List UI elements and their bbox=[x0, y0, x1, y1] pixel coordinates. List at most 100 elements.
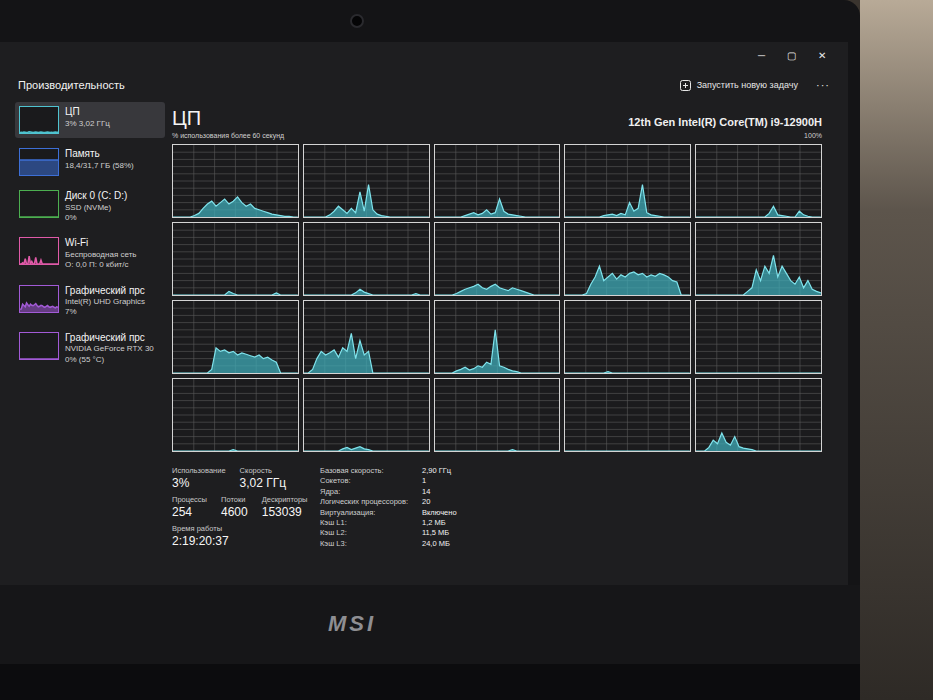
thumbnail-graph bbox=[19, 148, 59, 176]
processor-graph bbox=[172, 300, 299, 374]
sidebar-item-detail: О: 0,0 П: 0 кбит/с bbox=[65, 260, 136, 270]
window-control-button[interactable]: ▢ bbox=[787, 51, 796, 61]
window-control-button[interactable]: ✕ bbox=[818, 51, 826, 61]
header: Производительность Запустить новую задачу… bbox=[0, 70, 848, 100]
stat-row: Время работы2:19:20:37 bbox=[172, 524, 312, 548]
laptop: ─ ▢ ✕ Производительность Запустить новую зад… bbox=[0, 0, 860, 700]
sidebar-item-title: Память bbox=[65, 148, 134, 161]
processor-graph bbox=[695, 144, 822, 218]
stat-label: Процессы bbox=[172, 495, 207, 505]
thumbnail-graph bbox=[19, 332, 59, 360]
detail-label: Ядра: bbox=[320, 487, 420, 496]
graph-caption: % использования более 60 секунд bbox=[172, 132, 284, 142]
stat-row: Использование3% Скорость3,02 ГГц bbox=[172, 466, 312, 490]
detail-label: Базовая скорость: bbox=[320, 466, 420, 475]
processor-graph bbox=[695, 300, 822, 374]
stat-value: 4600 bbox=[221, 505, 248, 519]
sidebar-item-title: Графический прс bbox=[65, 332, 154, 345]
sidebar-item-text: Графический прсIntel(R) UHD Graphics7% bbox=[65, 285, 145, 318]
detail-value: 1,2 МБ bbox=[422, 518, 457, 527]
stat: Время работы2:19:20:37 bbox=[172, 524, 229, 548]
sidebar-item-detail: 18,4/31,7 ГБ (58%) bbox=[65, 161, 134, 171]
dynamic-stats: Использование3%Скорость3,02 ГГцПроцессы2… bbox=[172, 466, 312, 548]
stat: Дескрипторы153039 bbox=[262, 495, 308, 519]
sidebar-item[interactable]: Графический прсIntel(R) UHD Graphics7% bbox=[15, 281, 165, 322]
toolbar: Запустить новую задачу ··· bbox=[676, 77, 830, 94]
run-task-icon bbox=[680, 80, 691, 91]
sidebar: ЦП3% 3,02 ГГц Память18,4/31,7 ГБ (58%) Дис… bbox=[15, 100, 165, 585]
sidebar-item-text: Память18,4/31,7 ГБ (58%) bbox=[65, 148, 134, 171]
sidebar-item[interactable]: ЦП3% 3,02 ГГц bbox=[15, 102, 165, 138]
page-title: Производительность bbox=[18, 79, 125, 91]
sidebar-item-text: ЦП3% 3,02 ГГц bbox=[65, 106, 110, 129]
processor-graph bbox=[172, 378, 299, 452]
sidebar-item-text: Wi-FiБеспроводная сетьО: 0,0 П: 0 кбит/с bbox=[65, 237, 136, 270]
stat-value: 3,02 ГГц bbox=[240, 476, 287, 490]
sidebar-item-detail: Беспроводная сеть bbox=[65, 250, 136, 260]
detail-label: Сокетов: bbox=[320, 476, 420, 485]
detail-value: 24,0 МБ bbox=[422, 539, 457, 548]
sidebar-item-text: Диск 0 (C: D:)SSD (NVMe)0% bbox=[65, 190, 127, 223]
brand-logo: MSI bbox=[328, 613, 376, 635]
processor-graph bbox=[172, 144, 299, 218]
thumbnail-graph bbox=[19, 285, 59, 313]
detail-value: 14 bbox=[422, 487, 457, 496]
camera-icon bbox=[350, 14, 364, 28]
sidebar-item-text: Графический прсNVIDIA GeForce RTX 300% (… bbox=[65, 332, 154, 365]
detail-value: 20 bbox=[422, 497, 457, 506]
stat-value: 3% bbox=[172, 476, 226, 490]
detail-value: 2,90 ГГц bbox=[422, 466, 457, 475]
processor-graph bbox=[434, 222, 561, 296]
sidebar-item-detail: 3% 3,02 ГГц bbox=[65, 119, 110, 129]
stats-area: Использование3%Скорость3,02 ГГцПроцессы2… bbox=[172, 466, 822, 548]
sidebar-item-detail: NVIDIA GeForce RTX 30 bbox=[65, 344, 154, 354]
window-controls: ─ ▢ ✕ bbox=[0, 42, 848, 70]
stat-value: 153039 bbox=[262, 505, 308, 519]
more-button[interactable]: ··· bbox=[816, 79, 830, 91]
stat-label: Использование bbox=[172, 466, 226, 476]
stat: Процессы254 bbox=[172, 495, 207, 519]
window-control-button[interactable]: ─ bbox=[758, 51, 765, 61]
detail-label: Кэш L1: bbox=[320, 518, 420, 527]
bottom-bezel: MSI bbox=[0, 585, 860, 700]
sidebar-item[interactable]: Память18,4/31,7 ГБ (58%) bbox=[15, 144, 165, 180]
processor-graph bbox=[303, 144, 430, 218]
stat: Скорость3,02 ГГц bbox=[240, 466, 287, 490]
stat-row: Процессы254Потоки4600Дескрипторы153039 bbox=[172, 495, 312, 519]
sidebar-item[interactable]: Диск 0 (C: D:)SSD (NVMe)0% bbox=[15, 186, 165, 227]
stat-value: 2:19:20:37 bbox=[172, 534, 229, 548]
processor-graph bbox=[695, 222, 822, 296]
processor-graph bbox=[564, 378, 691, 452]
processor-graph bbox=[434, 300, 561, 374]
processor-graph bbox=[434, 378, 561, 452]
sidebar-item-title: Диск 0 (C: D:) bbox=[65, 190, 127, 203]
thumbnail-graph bbox=[19, 106, 59, 134]
detail-value: Включено bbox=[422, 508, 457, 517]
detail-value: 11,5 МБ bbox=[422, 528, 457, 537]
sidebar-item-title: ЦП bbox=[65, 106, 110, 119]
sidebar-item-detail: SSD (NVMe) bbox=[65, 203, 127, 213]
processor-graph bbox=[695, 378, 822, 452]
sidebar-item-detail: 0% (55 °C) bbox=[65, 355, 154, 365]
processor-graph bbox=[564, 144, 691, 218]
sidebar-item[interactable]: Графический прсNVIDIA GeForce RTX 300% (… bbox=[15, 328, 165, 369]
processor-graph bbox=[564, 300, 691, 374]
stat: Использование3% bbox=[172, 466, 226, 490]
detail-value: 1 bbox=[422, 476, 457, 485]
new-task-button[interactable]: Запустить новую задачу bbox=[676, 77, 802, 94]
task-manager-window: ─ ▢ ✕ Производительность Запустить новую зад… bbox=[0, 42, 848, 585]
processor-graph bbox=[434, 144, 561, 218]
processor-graph bbox=[303, 300, 430, 374]
top-bezel bbox=[0, 0, 860, 42]
processor-graphs bbox=[172, 144, 822, 452]
hinge bbox=[0, 664, 860, 700]
sidebar-item-title: Wi-Fi bbox=[65, 237, 136, 250]
stat-label: Дескрипторы bbox=[262, 495, 308, 505]
sidebar-item-detail: 0% bbox=[65, 213, 127, 223]
stat-value: 254 bbox=[172, 505, 207, 519]
detail-label: Логических процессоров: bbox=[320, 497, 420, 506]
sidebar-item[interactable]: Wi-FiБеспроводная сетьО: 0,0 П: 0 кбит/с bbox=[15, 233, 165, 274]
cpu-header: ЦП12th Gen Intel(R) Core(TM) i9-12900H bbox=[172, 100, 822, 128]
background bbox=[860, 0, 933, 700]
detail-label: Виртуализация: bbox=[320, 508, 420, 517]
